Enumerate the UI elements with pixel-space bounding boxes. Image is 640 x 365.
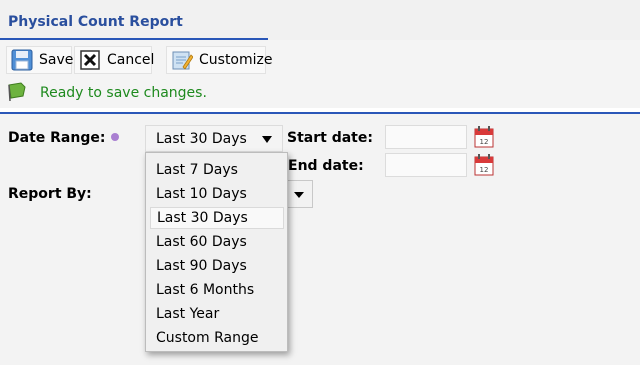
status-message: Ready to save changes. [40, 85, 207, 101]
start-calendar-icon[interactable]: 12 [474, 126, 494, 148]
customize-button[interactable]: Customize [166, 46, 273, 74]
report-by-label: Report By: [8, 186, 92, 202]
date-range-value: Last 30 Days [156, 130, 247, 147]
dropdown-option[interactable]: Last 7 Days [150, 159, 284, 181]
end-date-input[interactable] [385, 153, 467, 177]
chevron-down-icon [262, 136, 272, 143]
chevron-down-icon [294, 192, 304, 198]
floppy-disk-icon [11, 49, 33, 71]
dropdown-option[interactable]: Last Year [150, 303, 284, 325]
page-title: Physical Count Report [8, 14, 183, 30]
cancel-button[interactable]: Cancel [74, 46, 155, 74]
start-date-input[interactable] [385, 125, 467, 149]
save-label: Save [39, 52, 74, 68]
date-range-label: Date Range: [8, 130, 106, 146]
cancel-label: Cancel [107, 52, 155, 68]
svg-text:12: 12 [480, 138, 489, 146]
svg-text:12: 12 [480, 166, 489, 174]
date-range-select[interactable]: Last 30 Days [145, 125, 283, 152]
date-range-dropdown: Last 7 Days Last 10 Days Last 30 Days Last … [145, 152, 288, 352]
dropdown-option[interactable]: Last 10 Days [150, 183, 284, 205]
pencil-notepad-icon [171, 49, 194, 71]
report-by-select[interactable] [286, 180, 313, 208]
dropdown-option[interactable]: Last 6 Months [150, 279, 284, 301]
start-date-label: Start date: [287, 130, 373, 146]
dropdown-option[interactable]: Custom Range [150, 327, 284, 349]
dropdown-option[interactable]: Last 60 Days [150, 231, 284, 253]
dropdown-option[interactable]: Last 30 Days [150, 207, 284, 229]
flag-icon [7, 82, 29, 102]
required-dot-icon [111, 133, 119, 141]
customize-label: Customize [199, 52, 273, 68]
close-icon [79, 49, 101, 71]
end-calendar-icon[interactable]: 12 [474, 154, 494, 176]
end-date-label: End date: [288, 158, 364, 174]
dropdown-option[interactable]: Last 90 Days [150, 255, 284, 277]
save-button[interactable]: Save [6, 46, 74, 74]
form-area [0, 114, 640, 365]
